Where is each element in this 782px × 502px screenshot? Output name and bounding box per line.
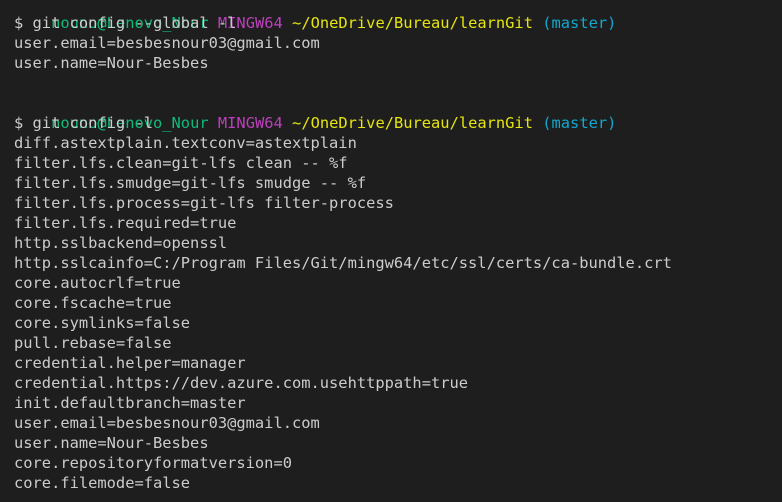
output-line: credential.helper=manager: [14, 354, 246, 372]
output-line: filter.lfs.required=true: [14, 214, 237, 232]
output-line: credential.https://dev.azure.com.usehttp…: [14, 374, 469, 392]
output-line: user.email=besbesnour03@gmail.com: [14, 414, 320, 432]
output-line: http.sslcainfo=C:/Program Files/Git/ming…: [14, 254, 672, 272]
output-line: init.defaultbranch=master: [14, 394, 246, 412]
output-line: core.filemode=false: [14, 474, 191, 492]
prompt-path: ~/OneDrive/Bureau/learnGit: [292, 14, 533, 32]
output-line: http.sslbackend=openssl: [14, 234, 228, 252]
output-line: user.name=Nour-Besbes: [14, 54, 209, 72]
prompt-branch: (master): [542, 14, 617, 32]
output-line: core.repositoryformatversion=0: [14, 454, 292, 472]
prompt-line: nouno@Lenovo_Nour MINGW64 ~/OneDrive/Bur…: [14, 93, 782, 132]
output-line: user.name=Nour-Besbes: [14, 434, 209, 452]
output-line: core.fscache=true: [14, 294, 172, 312]
output-line: core.symlinks=false: [14, 314, 191, 332]
output-line: pull.rebase=false: [14, 334, 172, 352]
output-line: filter.lfs.process=git-lfs filter-proces…: [14, 194, 394, 212]
output-line: core.autocrlf=true: [14, 274, 181, 292]
terminal-output[interactable]: nouno@Lenovo_Nour MINGW64 ~/OneDrive/Bur…: [0, 0, 782, 493]
prompt-shell: MINGW64: [217, 114, 283, 132]
output-line: user.email=besbesnour03@gmail.com: [14, 34, 320, 52]
output-line: filter.lfs.clean=git-lfs clean -- %f: [14, 154, 348, 172]
prompt-branch: (master): [542, 114, 617, 132]
output-line: filter.lfs.smudge=git-lfs smudge -- %f: [14, 174, 367, 192]
prompt-path: ~/OneDrive/Bureau/learnGit: [292, 114, 533, 132]
prompt-line: nouno@Lenovo_Nour MINGW64 ~/OneDrive/Bur…: [14, 0, 782, 32]
output-line: diff.astextplain.textconv=astextplain: [14, 134, 357, 152]
